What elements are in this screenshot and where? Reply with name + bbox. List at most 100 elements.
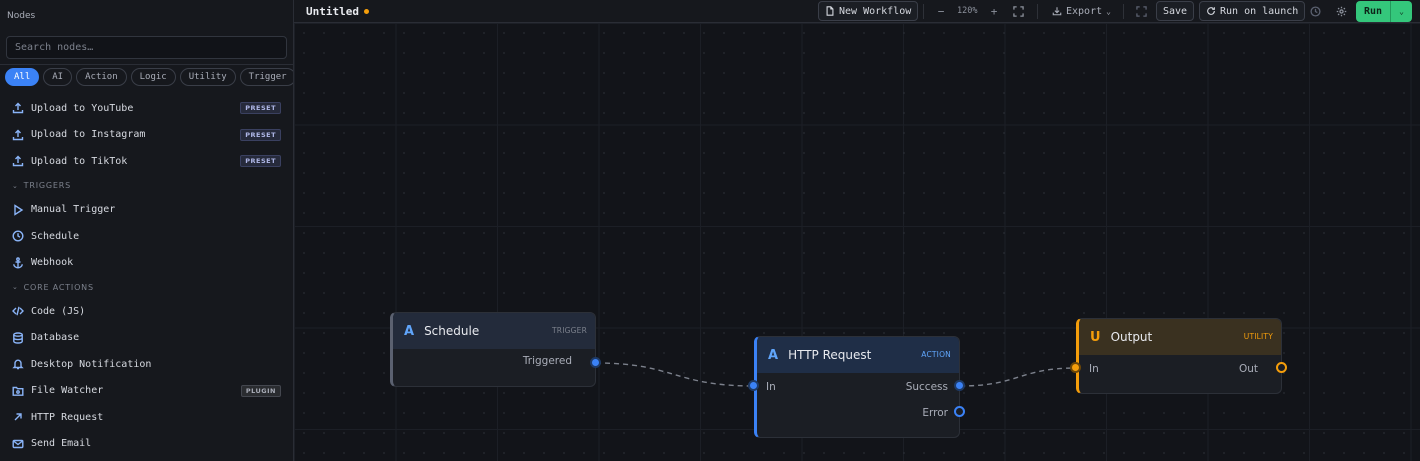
arrow-up-right-icon <box>12 411 24 423</box>
node-header: A HTTP Request ACTION <box>757 337 959 373</box>
fit-view-icon[interactable] <box>1011 4 1025 18</box>
node-sidebar: Nodes All AI Action Logic Utility Trigge… <box>0 0 294 461</box>
node-output[interactable]: U Output UTILITY In Out <box>1076 318 1282 394</box>
sidebar-item-label: Webhook <box>31 257 74 269</box>
node-title: Output <box>1110 330 1153 344</box>
run-on-launch-toggle[interactable]: Run on launch <box>1199 1 1306 21</box>
sidebar-item-label: Code (JS) <box>31 305 86 317</box>
chevron-down-icon: ⌄ <box>12 283 19 291</box>
history-icon[interactable] <box>1308 4 1322 18</box>
divider <box>1037 4 1038 19</box>
sidebar-item-label: File Watcher <box>31 385 104 397</box>
save-label: Save <box>1163 5 1188 17</box>
filter-chip-trigger[interactable]: Trigger <box>239 68 293 86</box>
output-port-error[interactable] <box>954 406 965 417</box>
node-schedule[interactable]: A Schedule TRIGGER Triggered <box>390 312 596 387</box>
workflow-canvas[interactable]: A Schedule TRIGGER Triggered A HTTP Requ… <box>294 23 1420 461</box>
sidebar-item-label: Upload to TikTok <box>31 155 128 167</box>
node-type-glyph: A <box>404 323 415 339</box>
run-on-launch-label: Run on launch <box>1220 5 1299 17</box>
node-title: HTTP Request <box>788 348 872 362</box>
zoom-out-icon[interactable]: − <box>934 4 948 18</box>
filter-chip-utility[interactable]: Utility <box>179 68 236 86</box>
port-label-out: Out <box>1238 363 1258 375</box>
workflow-title[interactable]: Untitled <box>306 5 359 18</box>
run-button[interactable]: Run <box>1356 1 1391 22</box>
gear-icon[interactable] <box>1334 4 1348 18</box>
new-workflow-button[interactable]: New Workflow <box>818 1 919 21</box>
node-kind-label: UTILITY <box>1243 332 1273 341</box>
sidebar-item-code-js[interactable]: Code (JS) <box>0 298 293 325</box>
output-port-success[interactable] <box>954 380 965 391</box>
filter-chip-logic[interactable]: Logic <box>130 68 176 86</box>
sidebar-item-upload-tiktok[interactable]: Upload to TikTok PRESET <box>0 148 293 175</box>
node-list: Upload to YouTube PRESET Upload to Insta… <box>0 95 293 458</box>
sidebar-item-label: Database <box>31 332 80 344</box>
sidebar-item-label: Send Email <box>31 438 92 450</box>
sidebar-title: Nodes <box>7 11 36 21</box>
sidebar-item-manual-trigger[interactable]: Manual Trigger <box>0 197 293 224</box>
node-header: A Schedule TRIGGER <box>393 313 595 349</box>
new-workflow-label: New Workflow <box>839 5 912 17</box>
unsaved-indicator <box>364 9 369 14</box>
upload-icon <box>12 102 24 114</box>
filter-chip-all[interactable]: All <box>5 68 40 86</box>
refresh-icon <box>1206 6 1216 16</box>
code-icon <box>12 305 24 317</box>
input-port-in[interactable] <box>748 380 759 391</box>
preset-badge: PRESET <box>240 128 281 141</box>
run-options-chevron-icon[interactable]: ⌄ <box>1391 1 1412 22</box>
divider <box>923 4 924 19</box>
section-label: CORE ACTIONS <box>23 282 94 292</box>
output-port-out[interactable] <box>1276 362 1287 373</box>
node-kind-label: ACTION <box>921 350 951 359</box>
sidebar-item-desktop-notification[interactable]: Desktop Notification <box>0 351 293 378</box>
zoom-level: 120% <box>957 6 978 16</box>
sidebar-item-webhook[interactable]: Webhook <box>0 250 293 277</box>
zoom-in-icon[interactable]: + <box>987 4 1001 18</box>
port-label-success: Success <box>905 381 948 393</box>
chevron-down-icon: ⌄ <box>1106 6 1111 16</box>
upload-icon <box>12 155 24 167</box>
filter-chip-ai[interactable]: AI <box>43 68 73 86</box>
sidebar-item-http-request[interactable]: HTTP Request <box>0 404 293 431</box>
database-icon <box>12 332 24 344</box>
search-input[interactable] <box>6 36 287 59</box>
filter-chip-action[interactable]: Action <box>76 68 127 86</box>
port-label-error: Error <box>922 407 948 419</box>
run-button-group: Run ⌄ <box>1356 1 1412 22</box>
fullscreen-icon[interactable] <box>1134 4 1148 18</box>
node-kind-label: TRIGGER <box>552 326 587 335</box>
export-label: Export <box>1066 5 1103 17</box>
port-label-in: In <box>766 381 776 393</box>
file-icon <box>825 6 835 16</box>
save-button[interactable]: Save <box>1156 1 1195 21</box>
sidebar-item-label: Manual Trigger <box>31 204 116 216</box>
node-type-glyph: A <box>768 347 779 363</box>
sidebar-item-label: Schedule <box>31 230 80 242</box>
section-label: TRIGGERS <box>23 181 71 190</box>
sidebar-item-label: Upload to Instagram <box>31 129 146 141</box>
sidebar-item-upload-instagram[interactable]: Upload to Instagram PRESET <box>0 122 293 149</box>
toolbar: Untitled New Workflow − 120% + Export ⌄ … <box>294 0 1420 23</box>
sidebar-item-database[interactable]: Database <box>0 325 293 352</box>
preset-badge: PRESET <box>240 102 281 114</box>
sidebar-item-schedule[interactable]: Schedule <box>0 223 293 250</box>
section-header-triggers[interactable]: ⌄ TRIGGERS <box>0 175 293 197</box>
download-icon <box>1052 6 1062 16</box>
section-header-core-actions[interactable]: ⌄ CORE ACTIONS <box>0 276 293 298</box>
output-port-triggered[interactable] <box>590 357 601 368</box>
edge-schedule-to-http <box>595 362 755 387</box>
node-http-request[interactable]: A HTTP Request ACTION In Success Error <box>754 336 960 438</box>
sidebar-item-file-watcher[interactable]: File Watcher PLUGIN <box>0 378 293 405</box>
play-icon <box>12 203 24 216</box>
folder-icon <box>12 385 24 397</box>
sidebar-item-send-email[interactable]: Send Email <box>0 431 293 458</box>
node-header: U Output UTILITY <box>1079 319 1281 355</box>
export-button[interactable]: Export ⌄ <box>1046 1 1117 21</box>
bell-icon <box>12 358 24 370</box>
sidebar-item-upload-youtube[interactable]: Upload to YouTube PRESET <box>0 95 293 122</box>
divider <box>1123 4 1124 19</box>
input-port-in[interactable] <box>1070 362 1081 373</box>
sidebar-item-label: Upload to YouTube <box>31 102 134 114</box>
